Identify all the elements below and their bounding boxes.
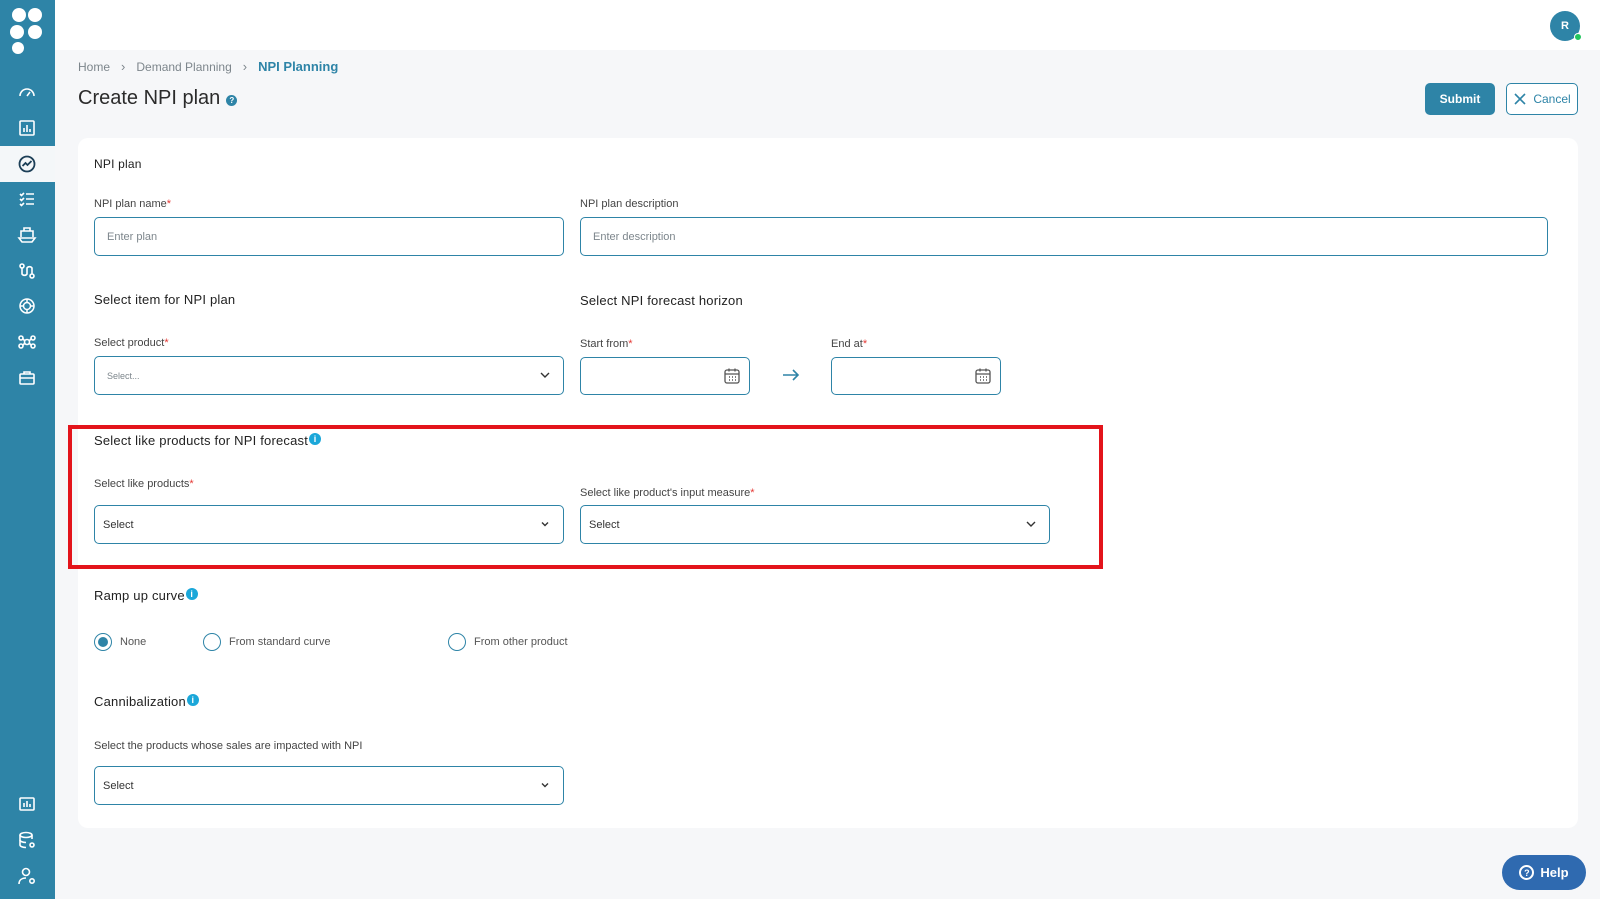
cannibalization-label: Select the products whose sales are impa… — [94, 740, 363, 752]
npi-plan-description-input[interactable]: Enter description — [580, 217, 1548, 256]
radio-button[interactable] — [448, 633, 466, 651]
chevron-right-icon: › — [121, 59, 126, 74]
select-item-section-title: Select item for NPI plan — [94, 292, 236, 307]
chevron-down-icon — [1026, 521, 1036, 527]
cancel-label: Cancel — [1533, 92, 1571, 106]
avatar[interactable]: R — [1550, 11, 1582, 41]
npi-plan-section-title: NPI plan — [94, 157, 142, 171]
npi-plan-name-input[interactable]: Enter plan — [94, 217, 564, 256]
chevron-right-icon: › — [242, 59, 248, 74]
user-settings-icon[interactable] — [17, 866, 37, 886]
top-bar: R — [55, 0, 1600, 50]
cancel-button[interactable]: Cancel — [1506, 83, 1578, 115]
sidebar — [0, 0, 55, 899]
breadcrumb-current: NPI Planning — [258, 59, 339, 74]
submit-button[interactable]: Submit — [1425, 83, 1495, 115]
select-product-dropdown[interactable]: Select... — [94, 356, 564, 395]
info-icon[interactable]: i — [185, 588, 198, 600]
cannibalization-section-title: Cannibalization i — [94, 694, 199, 709]
chevron-down-icon — [541, 783, 549, 788]
close-icon — [1514, 93, 1526, 105]
database-settings-icon[interactable] — [17, 830, 37, 850]
radio-none[interactable]: None — [94, 633, 146, 651]
network-icon[interactable] — [17, 332, 37, 352]
radio-standard-curve[interactable]: From standard curve — [203, 633, 330, 651]
forecast-horizon-section-title: Select NPI forecast horizon — [580, 293, 743, 308]
radio-button-selected[interactable] — [94, 633, 112, 651]
breadcrumb-demand-planning[interactable]: Demand Planning — [136, 60, 231, 74]
help-circle-icon[interactable]: ? — [226, 94, 238, 106]
chevron-down-icon — [540, 372, 550, 378]
arrow-right-icon — [783, 369, 800, 381]
calendar-icon[interactable] — [723, 367, 741, 385]
dashboard-icon[interactable] — [17, 82, 37, 102]
cannibalization-dropdown[interactable]: Select — [94, 766, 564, 805]
page-title: Create NPI plan ? — [78, 87, 238, 110]
ramp-up-section-title: Ramp up curve i — [94, 588, 198, 603]
select-product-label: Select product* — [94, 337, 169, 349]
avatar-initial: R — [1561, 20, 1569, 32]
start-date-input[interactable] — [580, 357, 750, 395]
input-measure-dropdown[interactable]: Select — [580, 505, 1050, 544]
checklist-icon[interactable] — [17, 189, 37, 209]
select-like-products-dropdown[interactable]: Select — [94, 505, 564, 544]
ai-icon[interactable] — [17, 296, 37, 316]
like-products-section-title: Select like products for NPI forecast i — [94, 433, 322, 448]
end-date-input[interactable] — [831, 357, 1001, 395]
report-icon[interactable] — [17, 794, 37, 814]
start-from-label: Start from* — [580, 338, 633, 350]
calendar-icon[interactable] — [974, 367, 992, 385]
chevron-down-icon — [541, 522, 549, 527]
app-logo[interactable] — [10, 8, 44, 56]
briefcase-icon[interactable] — [17, 368, 37, 388]
radio-other-product[interactable]: From other product — [448, 633, 568, 651]
trend-icon[interactable] — [17, 154, 37, 174]
page-title-text: Create NPI plan — [78, 87, 221, 109]
input-measure-label: Select like product's input measure* — [580, 487, 755, 499]
help-circle-icon: ? — [1519, 865, 1535, 880]
npi-plan-description-label: NPI plan description — [580, 198, 679, 210]
ship-icon[interactable] — [17, 225, 37, 245]
info-icon[interactable]: i — [309, 433, 322, 445]
npi-plan-name-label: NPI plan name* — [94, 198, 172, 210]
help-button[interactable]: ? Help — [1502, 855, 1586, 890]
end-at-label: End at* — [831, 338, 868, 350]
breadcrumb-home[interactable]: Home — [78, 60, 110, 74]
select-like-products-label: Select like products* — [94, 478, 194, 490]
radio-button[interactable] — [203, 633, 221, 651]
online-status-dot — [1574, 33, 1582, 41]
route-icon[interactable] — [17, 261, 37, 281]
breadcrumb: Home › Demand Planning › NPI Planning — [78, 59, 338, 74]
info-icon[interactable]: i — [186, 694, 199, 706]
help-label: Help — [1540, 865, 1569, 880]
bar-chart-icon[interactable] — [17, 118, 37, 138]
